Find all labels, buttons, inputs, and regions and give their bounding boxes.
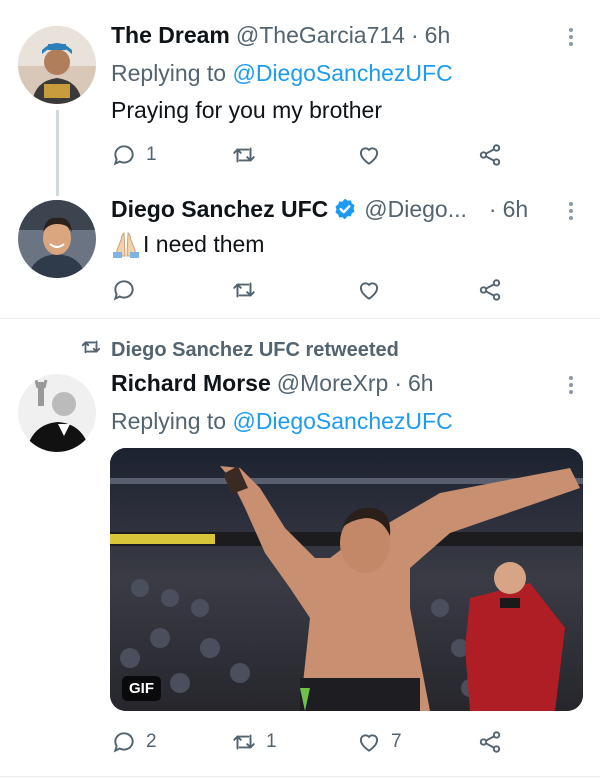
separator-dot: · xyxy=(410,22,419,48)
avatar-richard-morse[interactable] xyxy=(18,374,96,452)
like-button[interactable]: 7 xyxy=(356,727,402,757)
tweet-header: The Dream @TheGarcia714 · 6h xyxy=(111,22,450,49)
author-name[interactable]: Richard Morse xyxy=(111,370,271,397)
share-button[interactable] xyxy=(477,140,503,170)
retweet-icon xyxy=(231,142,257,168)
retweet-button[interactable] xyxy=(231,140,266,170)
share-button[interactable] xyxy=(477,275,503,305)
tweet-header: Diego Sanchez UFC @Diego... · 6h xyxy=(111,196,528,223)
gif-badge: GIF xyxy=(122,676,161,701)
tweet-the-dream[interactable]: The Dream @TheGarcia714 · 6h Replying to… xyxy=(0,0,600,196)
tweet-divider xyxy=(0,776,600,777)
reply-icon xyxy=(111,142,137,168)
retweet-icon xyxy=(231,729,257,755)
tweet-divider xyxy=(0,318,600,319)
author-handle[interactable]: @TheGarcia714 xyxy=(236,22,405,49)
tweet-actions xyxy=(111,275,511,305)
more-icon[interactable] xyxy=(566,25,576,49)
folded-hands-icon xyxy=(111,230,141,258)
like-count: 7 xyxy=(391,731,402,752)
more-icon[interactable] xyxy=(566,199,576,223)
share-icon xyxy=(477,142,503,168)
replying-to: Replying to @DiegoSanchezUFC xyxy=(111,408,453,435)
retweet-icon xyxy=(80,336,111,364)
author-name[interactable]: Diego Sanchez UFC xyxy=(111,196,328,223)
separator-dot: · xyxy=(488,196,497,222)
retweet-button[interactable] xyxy=(231,275,266,305)
like-button[interactable] xyxy=(356,275,391,305)
share-icon xyxy=(477,729,503,755)
thread-connector xyxy=(56,110,59,196)
reply-button[interactable]: 1 xyxy=(111,140,157,170)
tweet-diego-sanchez[interactable]: Diego Sanchez UFC @Diego... · 6h I need … xyxy=(0,196,600,318)
reply-icon xyxy=(111,277,137,303)
reply-count: 1 xyxy=(146,144,157,165)
retweet-icon xyxy=(231,277,257,303)
avatar-the-dream[interactable] xyxy=(18,26,96,104)
tweet-media-gif[interactable] xyxy=(110,448,583,711)
more-icon[interactable] xyxy=(566,373,576,397)
reply-button[interactable]: 2 xyxy=(111,727,157,757)
tweet-text: Praying for you my brother xyxy=(111,97,383,123)
separator-dot: · xyxy=(394,370,402,396)
retweet-button[interactable]: 1 xyxy=(231,727,277,757)
tweet-actions: 1 xyxy=(111,140,511,170)
author-handle[interactable]: @Diego... xyxy=(364,196,467,223)
tweet-time[interactable]: 6h xyxy=(408,370,434,397)
verified-icon xyxy=(332,197,358,223)
like-icon xyxy=(356,277,382,303)
reply-count: 2 xyxy=(146,731,157,752)
tweet-text: I need them xyxy=(111,230,264,258)
author-name[interactable]: The Dream xyxy=(111,22,230,49)
tweet-actions: 2 1 7 xyxy=(111,727,511,757)
retweet-count: 1 xyxy=(266,731,277,752)
share-button[interactable] xyxy=(477,727,503,757)
avatar-diego-sanchez[interactable] xyxy=(18,200,96,278)
replying-to: Replying to @DiegoSanchezUFC xyxy=(111,60,453,87)
retweeted-by-label: Diego Sanchez UFC retweeted xyxy=(111,338,399,361)
replying-prefix: Replying to xyxy=(111,60,233,86)
replying-mention[interactable]: @DiegoSanchezUFC xyxy=(232,408,452,434)
replying-prefix: Replying to xyxy=(111,408,233,434)
retweeted-by[interactable]: Diego Sanchez UFC retweeted xyxy=(80,336,399,364)
author-handle[interactable]: @MoreXrp xyxy=(277,370,389,397)
tweet-time[interactable]: 6h xyxy=(503,196,529,223)
tweet-text-content: I need them xyxy=(143,230,265,257)
tweet-header: Richard Morse @MoreXrp · 6h xyxy=(111,370,434,397)
replying-mention[interactable]: @DiegoSanchezUFC xyxy=(232,60,452,86)
reply-button[interactable] xyxy=(111,275,146,305)
reply-icon xyxy=(111,729,137,755)
like-icon xyxy=(356,142,382,168)
like-button[interactable] xyxy=(356,140,391,170)
share-icon xyxy=(477,277,503,303)
like-icon xyxy=(356,729,382,755)
tweet-time[interactable]: 6h xyxy=(425,22,451,49)
